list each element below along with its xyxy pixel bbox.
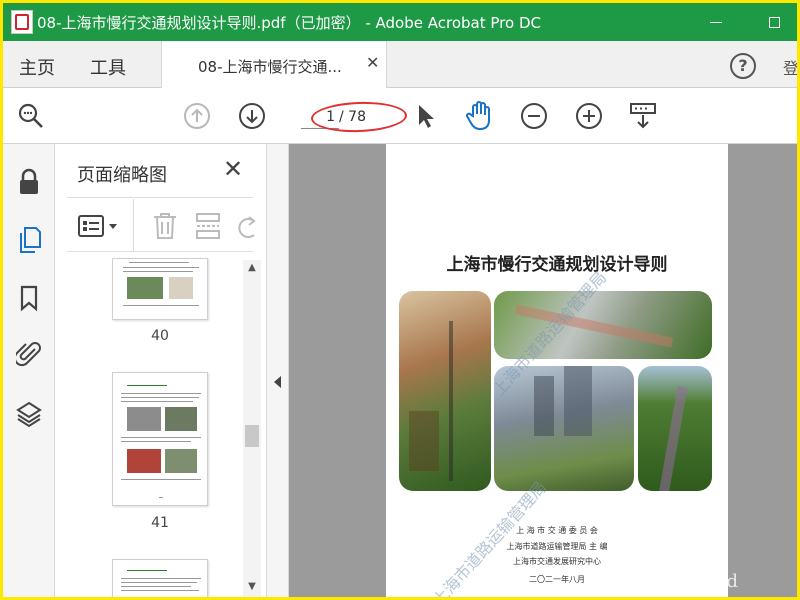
thumbnail-panel-title: 页面缩略图 bbox=[77, 165, 167, 186]
scroll-down-icon[interactable]: ▼ bbox=[243, 581, 261, 597]
document-title: 上海市慢行交通规划设计导则 bbox=[446, 255, 668, 275]
zoom-out-icon[interactable] bbox=[516, 98, 552, 134]
title-bar: 08-上海市慢行交通规划设计导则.pdf（已加密） - Adobe Acroba… bbox=[3, 3, 797, 41]
maximize-button[interactable] bbox=[751, 3, 797, 41]
hand-tool-icon[interactable] bbox=[462, 98, 498, 134]
page-thumbnail[interactable] bbox=[112, 559, 208, 597]
street-photo bbox=[399, 291, 491, 491]
minimize-button[interactable] bbox=[693, 3, 739, 41]
window-title: 08-上海市慢行交通规划设计导则.pdf（已加密） - Adobe Acroba… bbox=[37, 14, 541, 32]
sign-in-label[interactable]: 登 bbox=[783, 55, 797, 79]
delete-page-icon[interactable] bbox=[151, 211, 179, 245]
panel-collapse-strip[interactable] bbox=[267, 144, 289, 597]
select-cursor-icon[interactable] bbox=[407, 98, 443, 134]
close-panel-icon[interactable]: ✕ bbox=[223, 155, 243, 183]
left-icon-rail bbox=[3, 144, 55, 597]
toolbar-divider bbox=[133, 199, 134, 251]
acrobat-window: 08-上海市慢行交通规划设计导则.pdf（已加密） - Adobe Acroba… bbox=[3, 3, 797, 597]
pdf-page: 上海市慢行交通规划设计导则 上海市道路运输管理局 上海市道路运输管理局 上 海 … bbox=[386, 144, 728, 597]
thumbnail-scrollbar[interactable]: ▲ ▼ bbox=[243, 260, 261, 597]
document-viewport[interactable]: 上海市慢行交通规划设计导则 上海市道路运输管理局 上海市道路运输管理局 上 海 … bbox=[289, 144, 797, 597]
thumbnail-list: 40 41 bbox=[55, 256, 241, 597]
thumbnail-toolbar bbox=[67, 197, 256, 252]
tab-document[interactable]: 08-上海市慢行交通... ✕ bbox=[161, 41, 387, 88]
next-page-icon[interactable] bbox=[234, 98, 270, 134]
credit-line: 上 海 市 交 通 委 员 会 bbox=[516, 526, 598, 535]
scroll-up-icon[interactable]: ▲ bbox=[243, 262, 261, 278]
corner-watermark: www.cnd bbox=[655, 571, 739, 592]
page-thumbnail[interactable] bbox=[112, 372, 208, 506]
bookmark-icon[interactable] bbox=[13, 282, 45, 314]
document-tab-label: 08-上海市慢行交通... bbox=[198, 58, 342, 76]
zoom-in-icon[interactable] bbox=[571, 98, 607, 134]
close-tab-icon[interactable]: ✕ bbox=[366, 53, 379, 72]
layers-icon[interactable] bbox=[13, 398, 45, 430]
greenway-photo bbox=[638, 366, 712, 491]
attachment-icon[interactable] bbox=[13, 338, 45, 370]
tab-home[interactable]: 主页 bbox=[19, 54, 55, 80]
thumbnail-panel: 页面缩略图 ✕ 40 41 ▲ ▼ bbox=[55, 144, 267, 597]
rotate-page-icon[interactable] bbox=[237, 211, 259, 245]
keyboard-scroll-icon[interactable] bbox=[625, 98, 661, 134]
collapse-arrow-icon[interactable] bbox=[274, 376, 281, 388]
credit-line: 上海市交通发展研究中心 bbox=[513, 557, 601, 566]
thumbnail-page-number: 40 bbox=[151, 328, 169, 344]
prev-page-icon[interactable] bbox=[179, 98, 215, 134]
search-zoom-icon[interactable] bbox=[13, 98, 49, 134]
tab-bar: 主页 工具 08-上海市慢行交通... ✕ ? 登 bbox=[3, 41, 797, 88]
scrollbar-thumb[interactable] bbox=[245, 425, 259, 447]
credit-line: 上海市道路运输管理局 主 编 bbox=[506, 542, 608, 551]
thumbnail-options-icon[interactable] bbox=[77, 213, 123, 243]
page-thumbnails-icon[interactable] bbox=[13, 224, 45, 256]
pdf-file-icon bbox=[11, 10, 33, 34]
tab-tools[interactable]: 工具 bbox=[90, 54, 126, 80]
help-icon[interactable]: ? bbox=[730, 53, 756, 79]
lock-icon[interactable] bbox=[13, 166, 45, 198]
extract-page-icon[interactable] bbox=[194, 211, 222, 245]
thumbnail-page-number: 41 bbox=[151, 515, 169, 531]
page-thumbnail[interactable] bbox=[112, 258, 208, 320]
